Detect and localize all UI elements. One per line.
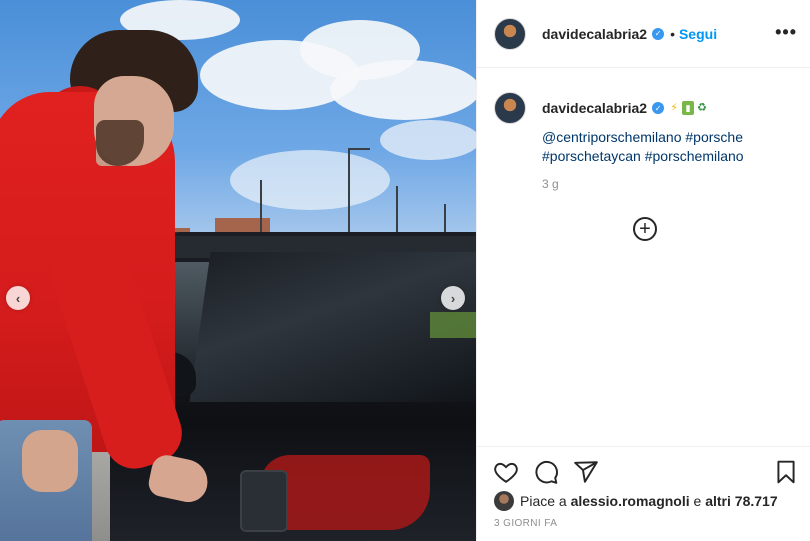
window-reflection [430,312,476,338]
add-comment-button[interactable]: + [633,217,657,241]
post-photo[interactable]: ‹ › [0,0,476,541]
likes-prefix: Piace a [520,493,567,509]
hashtag-link[interactable]: #porsche [685,129,743,145]
street-lamp-head [348,148,370,150]
verified-icon: ✓ [652,27,665,40]
charging-port [240,470,288,532]
caption-time: 3 g [542,177,559,191]
caption-emojis: ⚡ ▮ ♻ [668,101,708,115]
verified-icon: ✓ [652,102,665,114]
post-header: davidecalabria2 ✓ • Segui ••• [477,0,810,68]
battery-icon: ▮ [682,101,695,115]
mention-link[interactable]: @centriporschemilano [542,129,682,145]
bookmark-icon[interactable] [773,459,799,485]
post-side-panel: davidecalabria2 ✓ • Segui ••• davidecala… [476,0,810,541]
likes-summary: Piace a alessio.romagnoli e altri 78.717 [494,491,778,511]
cloud [330,60,476,120]
share-icon[interactable] [573,459,599,485]
comment-icon[interactable] [533,459,559,485]
recycle-icon: ♻ [697,102,707,114]
plus-icon: + [639,218,651,240]
caption-header: davidecalabria2 ✓ ⚡ ▮ ♻ [494,92,708,124]
heart-icon[interactable] [493,459,519,485]
separator-dot: • [670,25,675,42]
cloud [230,150,390,210]
chevron-right-icon: › [450,290,456,306]
liker-avatar[interactable] [494,491,514,511]
street-lamp [348,150,350,240]
caption-hashtags: @centriporschemilano #porsche #porscheta… [542,128,792,166]
post-date: 3 GIORNI FA [494,518,558,529]
author-avatar[interactable] [494,17,526,50]
carousel-next-button[interactable]: › [441,286,465,310]
carousel-prev-button[interactable]: ‹ [6,286,30,310]
lightning-icon: ⚡ [670,102,678,114]
liker-username[interactable]: alessio.romagnoli [571,493,690,509]
likes-conjunction: e [693,493,702,509]
caption-avatar[interactable] [494,92,526,124]
author-username[interactable]: davidecalabria2 [542,26,647,42]
caption-username[interactable]: davidecalabria2 [542,100,647,116]
hashtag-link[interactable]: #porschetaycan [542,148,641,164]
likes-count-link[interactable]: altri 78.717 [705,493,777,509]
more-options-icon[interactable]: ••• [775,22,797,43]
chevron-left-icon: ‹ [15,290,21,306]
person-hand [22,430,78,492]
cloud [380,120,476,160]
follow-button[interactable]: Segui [679,26,717,42]
hashtag-link[interactable]: #porschemilano [645,148,744,164]
